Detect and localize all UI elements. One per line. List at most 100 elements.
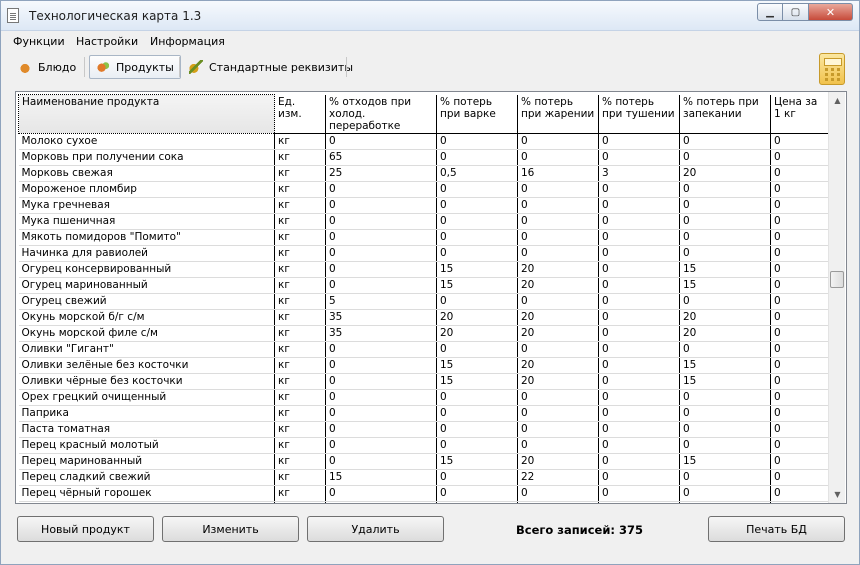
table-cell[interactable]: Паприка — [18, 405, 275, 422]
table-cell[interactable]: 0 — [679, 197, 771, 214]
table-row[interactable]: Молоко сухое кг 0 0 0 0 0 0 — [18, 133, 829, 150]
table-cell[interactable]: 0 — [679, 389, 771, 406]
table-cell[interactable]: кг — [274, 261, 326, 278]
table-row[interactable]: Мороженое пломбир кг 0 0 0 0 0 0 — [18, 181, 829, 198]
table-cell[interactable]: 15 — [679, 357, 771, 374]
table-row[interactable]: Мука пшеничная кг 0 0 0 0 0 0 — [18, 213, 829, 230]
table-cell[interactable]: 22 — [517, 469, 599, 486]
table-cell[interactable]: 0 — [679, 245, 771, 262]
table-cell[interactable]: 0 — [436, 181, 518, 198]
table-cell[interactable]: 0 — [517, 197, 599, 214]
table-cell[interactable]: кг — [274, 469, 326, 486]
table-cell[interactable]: 15 — [679, 277, 771, 294]
table-cell[interactable]: 0 — [770, 293, 829, 310]
vertical-scrollbar[interactable]: ▲ ▼ — [828, 92, 845, 503]
table-cell[interactable]: кг — [274, 453, 326, 470]
table-cell[interactable]: 0 — [679, 293, 771, 310]
table-cell[interactable]: 0 — [517, 485, 599, 502]
table-cell[interactable]: кг — [274, 213, 326, 230]
table-cell[interactable]: Огурец консервированный — [18, 261, 275, 278]
table-cell[interactable]: Окунь морской филе с/м — [18, 325, 275, 342]
table-cell[interactable]: 0 — [598, 213, 680, 230]
column-header[interactable]: % потерь при запекании — [679, 94, 771, 134]
table-cell[interactable]: 65 — [325, 149, 437, 166]
table-cell[interactable]: кг — [274, 405, 326, 422]
table-cell[interactable]: 0 — [598, 245, 680, 262]
table-cell[interactable]: 0 — [770, 501, 829, 503]
tab-standard-requisites[interactable]: Стандартные реквизиты — [183, 55, 359, 79]
menu-info[interactable]: Информация — [150, 35, 225, 48]
table-cell[interactable]: 0 — [770, 213, 829, 230]
table-cell[interactable]: 20 — [517, 277, 599, 294]
table-row[interactable]: Перец сладкий свежий кг 15 0 22 0 0 0 — [18, 469, 829, 486]
table-cell[interactable]: 0 — [436, 229, 518, 246]
table-cell[interactable]: 0 — [598, 341, 680, 358]
table-cell[interactable]: 0 — [770, 437, 829, 454]
table-row[interactable]: Паприка кг 0 0 0 0 0 0 — [18, 405, 829, 422]
table-cell[interactable]: 0 — [325, 421, 437, 438]
table-row[interactable]: Орех грецкий очищенный кг 0 0 0 0 0 0 — [18, 389, 829, 406]
table-row[interactable]: Огурец свежий кг 5 0 0 0 0 0 — [18, 293, 829, 310]
table-cell[interactable]: 15 — [436, 453, 518, 470]
table-cell[interactable]: 20 — [679, 165, 771, 182]
maximize-button[interactable]: ▢ — [783, 3, 809, 21]
table-cell[interactable]: кг — [274, 501, 326, 503]
table-cell[interactable]: 0 — [598, 133, 680, 150]
table-cell[interactable]: Огурец маринованный — [18, 277, 275, 294]
table-cell[interactable]: 0 — [517, 293, 599, 310]
table-cell[interactable]: Окунь морской б/г с/м — [18, 309, 275, 326]
table-cell[interactable]: кг — [274, 133, 326, 150]
delete-button[interactable]: Удалить — [307, 516, 444, 542]
table-cell[interactable]: 0 — [598, 293, 680, 310]
new-product-button[interactable]: Новый продукт — [17, 516, 154, 542]
table-cell[interactable]: 0 — [436, 213, 518, 230]
table-cell[interactable]: кг — [274, 485, 326, 502]
table-cell[interactable]: 0 — [598, 389, 680, 406]
table-cell[interactable]: 0 — [598, 197, 680, 214]
table-cell[interactable]: 15 — [679, 373, 771, 390]
table-cell[interactable]: 0 — [325, 341, 437, 358]
table-cell[interactable]: кг — [274, 325, 326, 342]
table-cell[interactable]: 0 — [325, 181, 437, 198]
table-cell[interactable]: 15 — [436, 373, 518, 390]
table-cell[interactable]: 0 — [325, 197, 437, 214]
table-row[interactable]: Мякоть помидоров "Помито" кг 0 0 0 0 0 0 — [18, 229, 829, 246]
table-cell[interactable]: 0 — [770, 325, 829, 342]
table-cell[interactable]: 0,5 — [436, 165, 518, 182]
table-cell[interactable]: Перец маринованный — [18, 453, 275, 470]
table-cell[interactable]: 0 — [598, 421, 680, 438]
menu-functions[interactable]: Функции — [13, 35, 65, 48]
print-db-button[interactable]: Печать БД — [708, 516, 845, 542]
table-cell[interactable]: 0 — [598, 405, 680, 422]
table-cell[interactable]: кг — [274, 389, 326, 406]
scroll-down-icon[interactable]: ▼ — [829, 486, 846, 503]
table-cell[interactable]: 0 — [598, 437, 680, 454]
table-row[interactable]: Перец маринованный кг 0 15 20 0 15 0 — [18, 453, 829, 470]
table-row[interactable]: Оливки чёрные без косточки кг 0 15 20 0 15 0 — [18, 373, 829, 390]
table-cell[interactable]: 0 — [679, 421, 771, 438]
column-header[interactable]: % потерь при жарении — [517, 94, 599, 134]
table-cell[interactable]: 0 — [770, 453, 829, 470]
scroll-up-icon[interactable]: ▲ — [829, 92, 846, 109]
table-cell[interactable]: 15 — [436, 261, 518, 278]
table-cell[interactable]: 0 — [517, 341, 599, 358]
edit-button[interactable]: Изменить — [162, 516, 299, 542]
table-cell[interactable]: кг — [274, 197, 326, 214]
table-cell[interactable]: Мякоть помидоров "Помито" — [18, 229, 275, 246]
table-cell[interactable]: 0 — [436, 421, 518, 438]
table-cell[interactable]: 20 — [517, 373, 599, 390]
table-cell[interactable]: 0 — [517, 389, 599, 406]
table-cell[interactable]: 0 — [436, 405, 518, 422]
table-cell[interactable]: 0 — [325, 405, 437, 422]
table-cell[interactable]: Начинка для равиолей — [18, 245, 275, 262]
minimize-button[interactable]: ▁ — [757, 3, 783, 21]
table-cell[interactable]: 20 — [517, 453, 599, 470]
table-cell[interactable]: кг — [274, 165, 326, 182]
column-header[interactable]: % отходов при холод. переработке — [325, 94, 437, 134]
table-cell[interactable]: 0 — [325, 133, 437, 150]
table-cell[interactable]: Мука гречневая — [18, 197, 275, 214]
table-cell[interactable]: 0 — [598, 149, 680, 166]
table-cell[interactable]: 0 — [598, 229, 680, 246]
table-cell[interactable]: 20 — [436, 309, 518, 326]
table-cell[interactable]: 20 — [679, 325, 771, 342]
